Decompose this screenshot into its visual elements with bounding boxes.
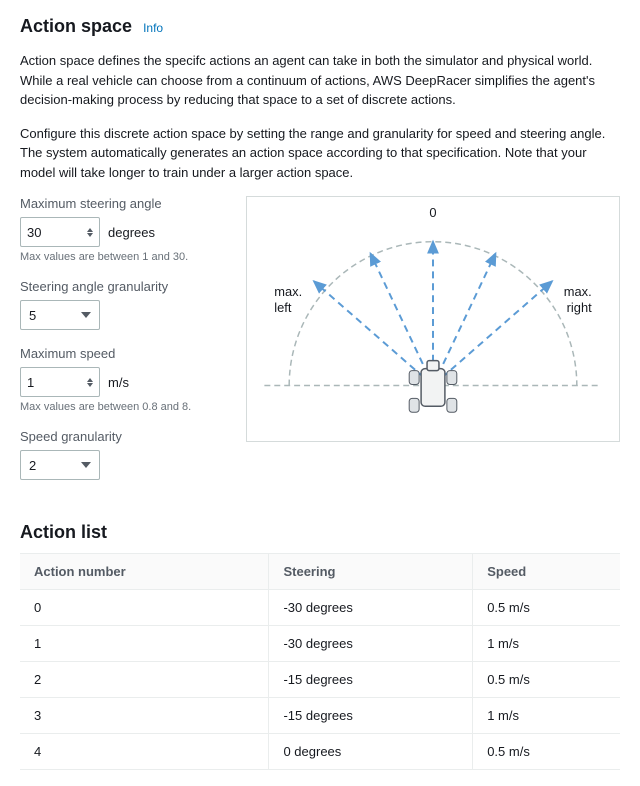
speed-granularity-value: 2 bbox=[29, 458, 36, 473]
info-link[interactable]: Info bbox=[143, 21, 163, 35]
steering-granularity-label: Steering angle granularity bbox=[20, 279, 220, 294]
diagram-left-label-2: left bbox=[274, 300, 292, 315]
table-cell: 0 degrees bbox=[269, 734, 473, 770]
table-cell: 0.5 m/s bbox=[473, 734, 620, 770]
form-column: Maximum steering angle 30 degrees Max va… bbox=[20, 196, 220, 496]
max-steering-angle-label: Maximum steering angle bbox=[20, 196, 220, 211]
max-speed-unit: m/s bbox=[108, 375, 129, 390]
diagram-left-label-1: max. bbox=[274, 284, 302, 299]
table-cell: 1 m/s bbox=[473, 698, 620, 734]
action-table: Action number Steering Speed 0-30 degree… bbox=[20, 553, 620, 770]
description-para-2: Configure this discrete action space by … bbox=[20, 124, 620, 183]
max-speed-hint: Max values are between 0.8 and 8. bbox=[20, 401, 220, 413]
diagram-right-label-1: max. bbox=[564, 284, 592, 299]
table-cell: 3 bbox=[20, 698, 269, 734]
table-cell: 0.5 m/s bbox=[473, 662, 620, 698]
diagram-right-label-2: right bbox=[567, 300, 592, 315]
title-text: Action space bbox=[20, 16, 132, 36]
chevron-down-icon bbox=[81, 312, 91, 318]
table-cell: -30 degrees bbox=[269, 590, 473, 626]
chevron-down-icon bbox=[81, 462, 91, 468]
table-cell: 1 bbox=[20, 626, 269, 662]
max-steering-angle-hint: Max values are between 1 and 30. bbox=[20, 251, 220, 263]
table-cell: -15 degrees bbox=[269, 662, 473, 698]
table-cell: -15 degrees bbox=[269, 698, 473, 734]
action-list-title: Action list bbox=[20, 522, 620, 543]
table-row: 40 degrees0.5 m/s bbox=[20, 734, 620, 770]
max-steering-angle-unit: degrees bbox=[108, 225, 155, 240]
table-cell: 0.5 m/s bbox=[473, 590, 620, 626]
stepper-icon[interactable] bbox=[87, 228, 93, 237]
table-cell: 1 m/s bbox=[473, 626, 620, 662]
diagram-top-label: 0 bbox=[429, 205, 436, 220]
stepper-icon[interactable] bbox=[87, 378, 93, 387]
table-cell: 0 bbox=[20, 590, 269, 626]
table-cell: -30 degrees bbox=[269, 626, 473, 662]
max-speed-value: 1 bbox=[27, 375, 34, 390]
table-row: 1-30 degrees1 m/s bbox=[20, 626, 620, 662]
col-steering: Steering bbox=[269, 554, 473, 590]
table-row: 3-15 degrees1 m/s bbox=[20, 698, 620, 734]
max-steering-angle-input[interactable]: 30 bbox=[20, 217, 100, 247]
col-action-number: Action number bbox=[20, 554, 269, 590]
max-speed-input[interactable]: 1 bbox=[20, 367, 100, 397]
table-row: 0-30 degrees0.5 m/s bbox=[20, 590, 620, 626]
table-row: 2-15 degrees0.5 m/s bbox=[20, 662, 620, 698]
steering-diagram: 0 max. left max. right bbox=[246, 196, 620, 442]
table-cell: 4 bbox=[20, 734, 269, 770]
table-cell: 2 bbox=[20, 662, 269, 698]
description-para-1: Action space defines the specifc actions… bbox=[20, 51, 620, 110]
steering-granularity-value: 5 bbox=[29, 308, 36, 323]
speed-granularity-label: Speed granularity bbox=[20, 429, 220, 444]
col-speed: Speed bbox=[473, 554, 620, 590]
page-title: Action space Info bbox=[20, 16, 620, 37]
max-steering-angle-value: 30 bbox=[27, 225, 41, 240]
max-speed-label: Maximum speed bbox=[20, 346, 220, 361]
speed-granularity-select[interactable]: 2 bbox=[20, 450, 100, 480]
steering-granularity-select[interactable]: 5 bbox=[20, 300, 100, 330]
